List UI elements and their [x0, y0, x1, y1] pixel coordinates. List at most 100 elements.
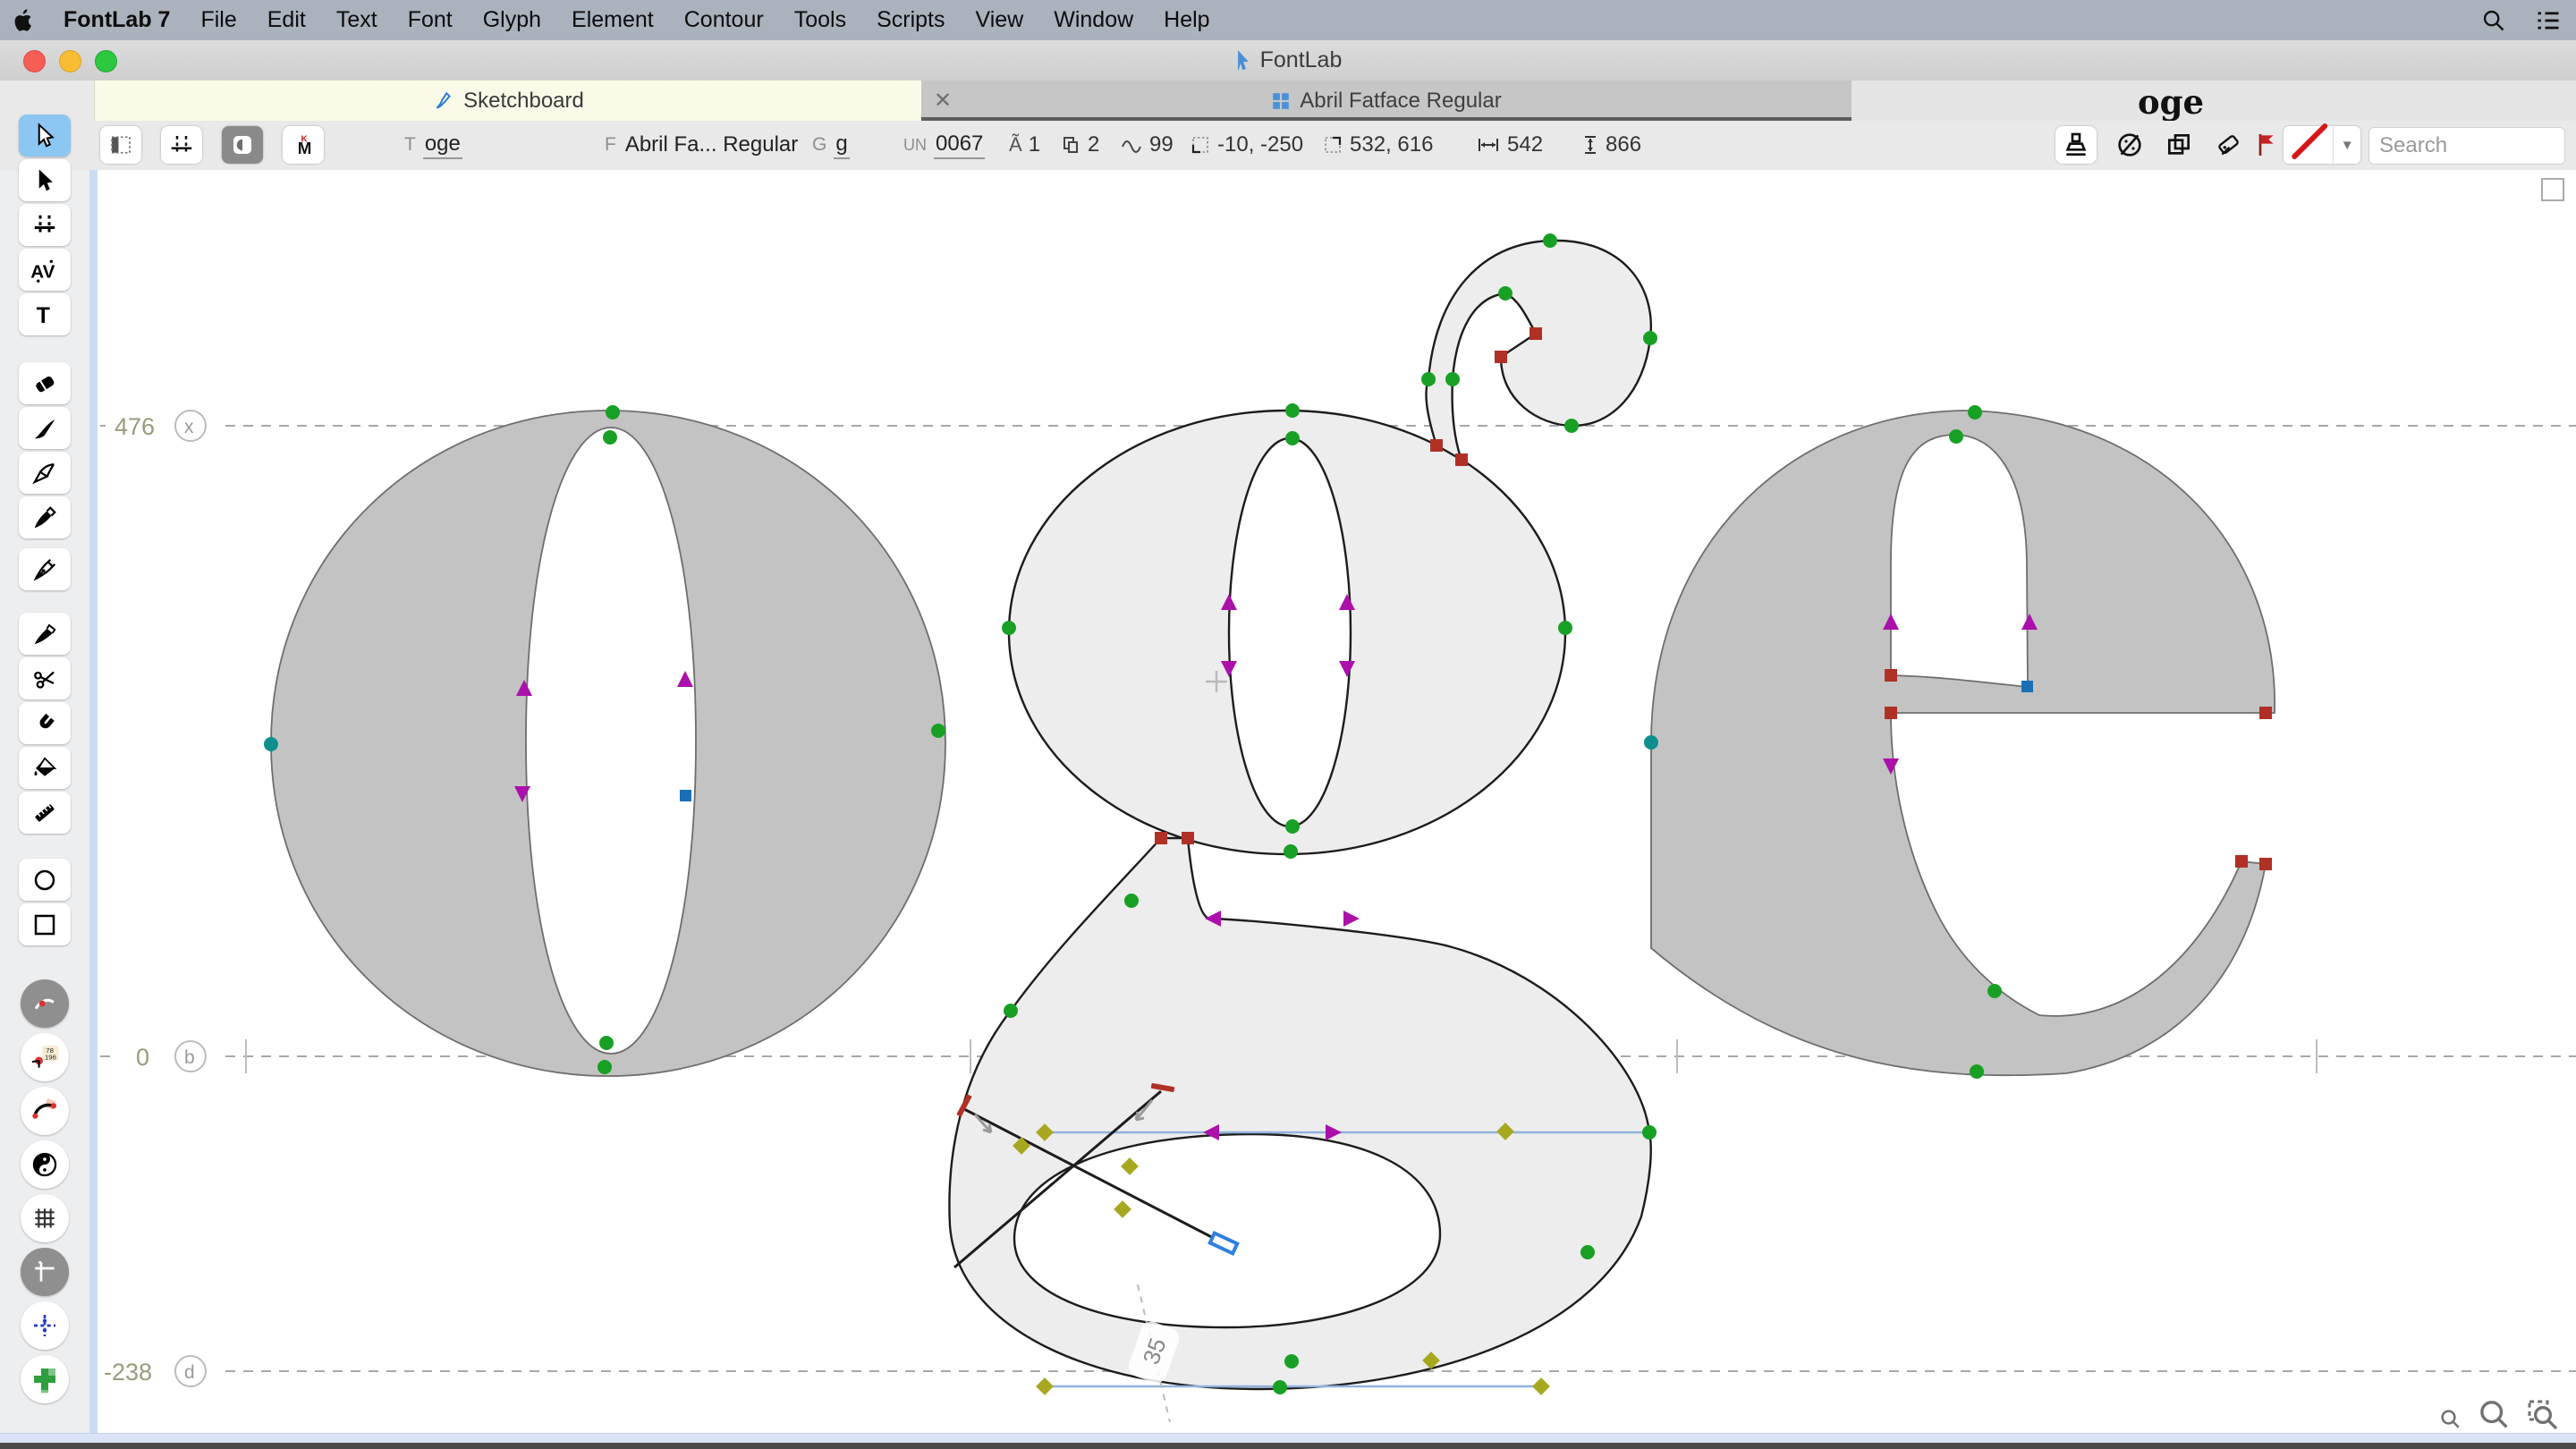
handle-olive[interactable]: [1114, 1200, 1131, 1218]
node-selected-red[interactable]: [1155, 832, 1167, 844]
menu-app-name[interactable]: FontLab 7: [48, 7, 185, 33]
pen-tool-button[interactable]: [19, 548, 71, 590]
node-green[interactable]: [1970, 1064, 1984, 1079]
menu-edit[interactable]: Edit: [252, 7, 321, 33]
ellipse-tool-button[interactable]: [19, 859, 71, 901]
tab-sketchboard[interactable]: Sketchboard: [94, 80, 923, 121]
node-corner-blue[interactable]: [680, 790, 691, 801]
handles-toggle[interactable]: [21, 1087, 69, 1135]
node-smooth-up[interactable]: [677, 671, 693, 687]
ruler-tool-button[interactable]: [19, 792, 71, 834]
element-tool-button[interactable]: [19, 159, 71, 201]
node-selected-red[interactable]: [1885, 707, 1897, 719]
node-green[interactable]: [1642, 1125, 1657, 1140]
text-tool-button[interactable]: T: [19, 293, 71, 335]
unicode-field-value[interactable]: 0067: [934, 131, 986, 159]
menu-contour[interactable]: Contour: [669, 7, 779, 33]
menu-font[interactable]: Font: [393, 7, 468, 33]
zoom-selection-icon[interactable]: [2525, 1397, 2561, 1433]
node-green[interactable]: [603, 430, 617, 445]
snap-toggle[interactable]: [21, 1301, 69, 1350]
xheight-guide-label[interactable]: 476 x: [106, 408, 222, 444]
menu-glyph[interactable]: Glyph: [468, 7, 556, 33]
node-green[interactable]: [1987, 984, 2002, 998]
baseline-guide-label[interactable]: 0 b: [116, 1038, 222, 1074]
handle-olive[interactable]: [1036, 1377, 1054, 1395]
node-start-teal[interactable]: [264, 737, 278, 751]
node-selected-red[interactable]: [2259, 707, 2272, 719]
node-green[interactable]: [1285, 403, 1300, 418]
node-green[interactable]: [1124, 894, 1139, 908]
menu-text[interactable]: Text: [321, 7, 393, 33]
glyph-o-outline[interactable]: [270, 410, 946, 1077]
sketch-pencil-tool-button[interactable]: [19, 452, 71, 494]
grid-toggle[interactable]: [21, 1194, 69, 1242]
metrics-tool-button[interactable]: [19, 204, 71, 246]
menu-window[interactable]: Window: [1038, 7, 1148, 33]
unicode-field[interactable]: UN 0067: [903, 126, 986, 164]
node-selected-red[interactable]: [1885, 669, 1897, 682]
knife-tool-button[interactable]: [19, 613, 71, 655]
pixel-toggle[interactable]: [21, 1355, 69, 1403]
node-green[interactable]: [1284, 844, 1298, 859]
node-green[interactable]: [1968, 405, 1982, 419]
glyph-g-ear[interactable]: [1425, 239, 1653, 462]
selected-segment-rect[interactable]: [1208, 1230, 1240, 1257]
node-green[interactable]: [1273, 1380, 1287, 1394]
fill-tool-button[interactable]: [19, 747, 71, 789]
coords-toggle[interactable]: 78 196: [21, 1033, 69, 1081]
node-green[interactable]: [1421, 372, 1436, 386]
glyph-g-lower[interactable]: [948, 836, 1652, 1391]
text-field[interactable]: T oge: [404, 126, 462, 164]
font-field[interactable]: F Abril Fa... Regular: [605, 126, 800, 164]
menubar-search[interactable]: [2467, 8, 2521, 33]
rapid-tool-button[interactable]: [19, 496, 71, 538]
sketch-mode-button[interactable]: [2109, 126, 2150, 164]
canvas-corner-marker[interactable]: [2541, 178, 2564, 201]
node-green[interactable]: [1564, 419, 1579, 433]
tab-close-icon[interactable]: ✕: [934, 88, 970, 114]
node-smooth-right[interactable]: [1343, 911, 1360, 927]
node-start-teal[interactable]: [1644, 735, 1658, 750]
node-green[interactable]: [597, 1060, 612, 1074]
zoom-in-icon[interactable]: [2477, 1397, 2512, 1433]
scissors-tool-button[interactable]: [19, 657, 71, 699]
menu-help[interactable]: Help: [1148, 7, 1224, 33]
brush-tool-button[interactable]: [19, 407, 71, 449]
kerning-tool-button[interactable]: AV: [19, 249, 71, 291]
stroke-style-selector[interactable]: ▼: [2284, 126, 2360, 164]
kerning-mode-button[interactable]: MK: [283, 126, 324, 164]
match-tools-button[interactable]: [2055, 126, 2097, 164]
descender-guide-label[interactable]: -238 d: [98, 1353, 222, 1389]
node-selected-red[interactable]: [2259, 858, 2272, 870]
magnet-tool-button[interactable]: [19, 702, 71, 744]
node-green[interactable]: [931, 724, 945, 738]
guides-toggle[interactable]: [21, 1248, 69, 1296]
node-green[interactable]: [1445, 372, 1460, 386]
node-green[interactable]: [1558, 621, 1572, 635]
node-green[interactable]: [599, 1036, 614, 1050]
node-green[interactable]: [1004, 1004, 1018, 1018]
glyph-mode-button[interactable]: [222, 126, 263, 164]
rectangle-tool-button[interactable]: [19, 903, 71, 945]
node-green[interactable]: [1543, 233, 1557, 248]
eraser-tool-button[interactable]: [19, 362, 71, 404]
text-field-value[interactable]: oge: [422, 131, 462, 159]
node-corner-blue[interactable]: [2021, 681, 2033, 692]
glyph-canvas[interactable]: 476 x 0 b -238 d 35: [89, 170, 2576, 1433]
node-selected-red[interactable]: [1430, 439, 1443, 452]
font-field-value[interactable]: Abril Fa... Regular: [623, 132, 800, 158]
node-selected-red[interactable]: [1455, 453, 1468, 466]
flag-button[interactable]: [2247, 126, 2288, 164]
node-green[interactable]: [1284, 1354, 1299, 1368]
menu-scripts[interactable]: Scripts: [861, 7, 960, 33]
search-input[interactable]: [2377, 129, 2558, 163]
tab-document[interactable]: ✕ Abril Fatface Regular: [921, 80, 1852, 121]
node-selected-red[interactable]: [1182, 832, 1194, 844]
menu-element[interactable]: Element: [556, 7, 669, 33]
glyph-field-value[interactable]: g: [834, 131, 850, 159]
handle-olive[interactable]: [1532, 1377, 1550, 1395]
tags-button[interactable]: [2207, 126, 2249, 164]
menu-view[interactable]: View: [960, 7, 1038, 33]
node-green[interactable]: [1643, 331, 1657, 345]
